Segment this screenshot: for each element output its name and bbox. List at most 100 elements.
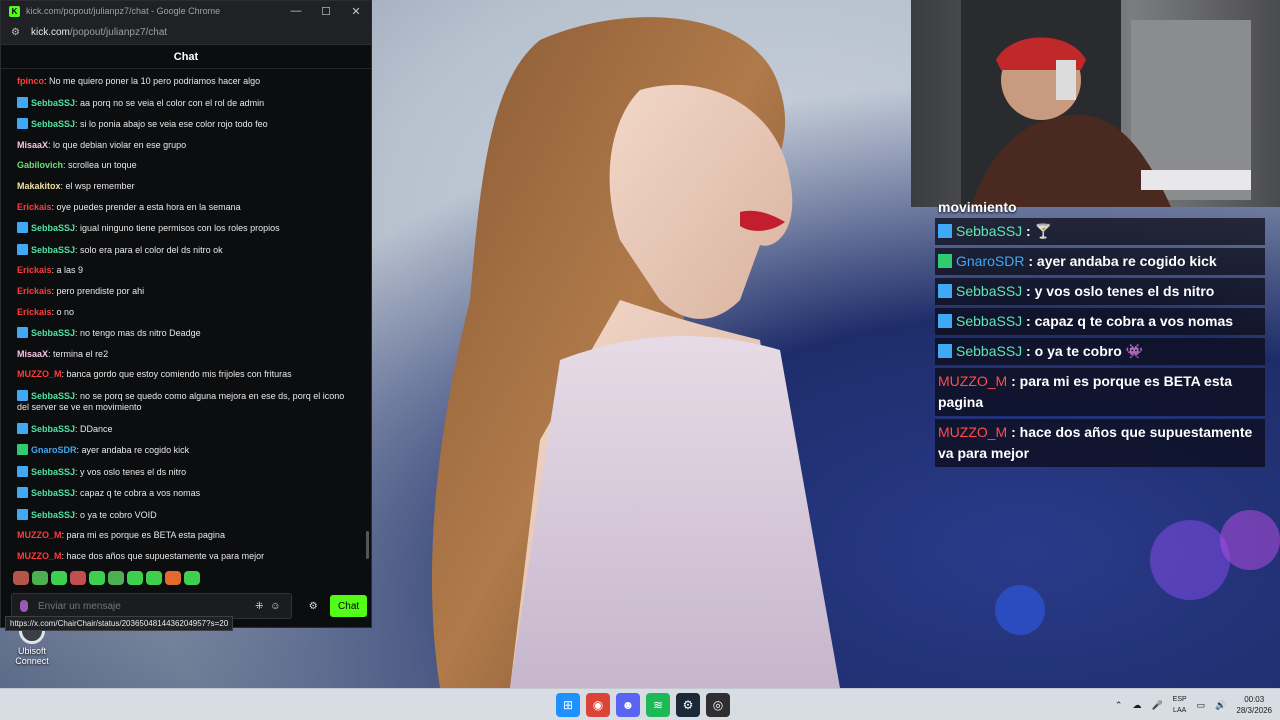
chat-username[interactable]: MisaaX xyxy=(17,140,48,150)
chat-username[interactable]: SebbaSSJ xyxy=(31,328,75,338)
chat-message: SebbaSSJ: capaz q te cobra a vos nomas xyxy=(17,487,357,499)
chat-message: MisaaX: lo que debian violar en ese grup… xyxy=(17,140,357,151)
chat-message-list[interactable]: fpinco: No me quiero poner la 10 pero po… xyxy=(1,72,365,564)
emote-icon[interactable] xyxy=(51,571,67,585)
user-badge-icon xyxy=(938,254,952,268)
windows-start-icon[interactable]: ⊞ xyxy=(556,693,580,717)
url-text: kick.com/popout/julianpz7/chat xyxy=(31,27,167,38)
spotify-icon[interactable]: ≋ xyxy=(646,693,670,717)
close-button[interactable]: ✕ xyxy=(341,1,371,21)
emote-icon[interactable] xyxy=(70,571,86,585)
chat-message: Makakitox: el wsp remember xyxy=(17,181,357,192)
chat-username[interactable]: Erickais xyxy=(17,307,52,317)
emote-icon[interactable] xyxy=(13,571,29,585)
user-badge-icon xyxy=(17,96,28,108)
chat-message: Erickais: oye puedes prender a esta hora… xyxy=(17,202,357,213)
emoji-icon[interactable]: ☺ xyxy=(267,601,283,612)
volume-icon[interactable]: 🔊 xyxy=(1215,700,1226,711)
chat-message: SebbaSSJ: solo era para el color del ds … xyxy=(17,243,357,256)
chat-message: GnaroSDR: ayer andaba re cogido kick xyxy=(17,444,357,456)
chat-username[interactable]: MisaaX xyxy=(17,349,48,359)
emote-icon[interactable] xyxy=(127,571,143,585)
keyboard-layout: LAA xyxy=(1173,707,1187,714)
chat-settings-icon[interactable]: ⚙ xyxy=(306,601,320,612)
chat-text: pero prendiste por ahi xyxy=(56,285,145,296)
chat-username[interactable]: SebbaSSJ xyxy=(31,245,75,255)
chat-username[interactable]: GnaroSDR xyxy=(31,445,77,455)
chat-username[interactable]: Erickais xyxy=(17,286,52,296)
discord-icon[interactable]: ☻ xyxy=(616,693,640,717)
overlay-username: SebbaSSJ xyxy=(956,313,1023,329)
chat-message-input[interactable] xyxy=(38,600,252,612)
chat-text: oye puedes prender a esta hora en la sem… xyxy=(56,201,241,212)
chat-username[interactable]: SebbaSSJ xyxy=(31,488,75,498)
chat-message: SebbaSSJ: igual ninguno tiene permisos c… xyxy=(17,222,357,234)
chevron-up-icon[interactable]: ⌃ xyxy=(1115,700,1123,711)
kick-favicon-icon: K xyxy=(9,5,20,17)
chat-scrollbar[interactable] xyxy=(366,531,369,559)
chat-username[interactable]: Erickais xyxy=(17,265,52,275)
chat-message: MisaaX: termina el re2 xyxy=(17,349,357,360)
webcam-feed xyxy=(961,0,1251,207)
url-path: /popout/julianpz7/chat xyxy=(69,27,168,38)
chrome-icon[interactable]: ◉ xyxy=(586,693,610,717)
chat-username[interactable]: SebbaSSJ xyxy=(31,391,75,401)
language-indicator[interactable]: ESP LAA xyxy=(1173,694,1187,716)
overlay-text: o ya te cobro 👾 xyxy=(1034,343,1144,359)
chat-message: Erickais: a las 9 xyxy=(17,265,357,276)
overlay-message: SebbaSSJ : o ya te cobro 👾 xyxy=(935,338,1265,365)
chat-username[interactable]: SebbaSSJ xyxy=(31,119,75,129)
emote-icon[interactable] xyxy=(146,571,162,585)
overlay-message: MUZZO_M : hace dos años que supuestament… xyxy=(935,419,1265,467)
chat-text: aa porq no se veia el color con el rol d… xyxy=(80,97,265,108)
user-badge-icon xyxy=(17,508,28,520)
overlay-message: GnaroSDR : ayer andaba re cogido kick xyxy=(935,248,1265,275)
chat-username[interactable]: SebbaSSJ xyxy=(31,98,75,108)
chat-username[interactable]: Erickais xyxy=(17,202,52,212)
emote-icon[interactable] xyxy=(165,571,181,585)
chat-text: o no xyxy=(56,306,75,317)
minimize-button[interactable]: — xyxy=(281,1,311,21)
taskbar: ⊞ ◉ ☻ ≋ ⚙ ◎ ⌃ ☁ 🎤 ESP LAA ▭ 🔊 00:03 28/3/2026 xyxy=(0,688,1280,720)
language-code: ESP xyxy=(1172,696,1187,703)
chat-username[interactable]: Makakitox xyxy=(17,181,61,191)
chat-username[interactable]: MUZZO_M xyxy=(17,369,62,379)
chat-username[interactable]: MUZZO_M xyxy=(17,551,62,561)
emote-icon[interactable] xyxy=(108,571,124,585)
overlay-separator: : xyxy=(1022,313,1035,329)
clock[interactable]: 00:03 28/3/2026 xyxy=(1236,694,1272,716)
steam-icon[interactable]: ⚙ xyxy=(676,693,700,717)
address-bar[interactable]: ⚙ kick.com/popout/julianpz7/chat xyxy=(1,21,371,45)
overlay-username: SebbaSSJ xyxy=(956,223,1023,239)
emote-icon[interactable] xyxy=(184,571,200,585)
network-icon[interactable]: ▭ xyxy=(1197,700,1206,711)
overlay-separator: : xyxy=(1022,343,1035,359)
chat-message: SebbaSSJ: y vos oslo tenes el ds nitro xyxy=(17,465,357,478)
emote-icon[interactable] xyxy=(32,571,48,585)
chat-username[interactable]: Gabilovich xyxy=(17,160,63,170)
translate-icon[interactable]: ⁜ xyxy=(251,601,267,612)
chat-username[interactable]: SebbaSSJ xyxy=(31,223,75,233)
chat-username[interactable]: SebbaSSJ xyxy=(31,467,75,477)
mic-icon[interactable] xyxy=(20,600,28,612)
user-badge-icon xyxy=(938,314,952,328)
overlay-username: MUZZO_M xyxy=(938,424,1008,440)
window-titlebar[interactable]: K kick.com/popout/julianpz7/chat - Googl… xyxy=(1,1,371,21)
emote-icon[interactable] xyxy=(89,571,105,585)
site-settings-icon[interactable]: ⚙ xyxy=(11,27,23,39)
user-badge-icon xyxy=(938,284,952,298)
chat-message: Gabilovich: scrollea un toque xyxy=(17,160,357,171)
chat-username[interactable]: fpinco xyxy=(17,76,44,86)
overlay-text: y vos oslo tenes el ds nitro xyxy=(1034,283,1215,299)
chat-text: solo era para el color del ds nitro ok xyxy=(80,244,223,255)
chat-text: ayer andaba re cogido kick xyxy=(81,445,190,456)
send-chat-button[interactable]: Chat xyxy=(330,595,367,617)
chat-username[interactable]: SebbaSSJ xyxy=(31,424,75,434)
cloud-icon[interactable]: ☁ xyxy=(1132,700,1141,711)
microphone-icon[interactable]: 🎤 xyxy=(1151,700,1162,711)
chat-username[interactable]: SebbaSSJ xyxy=(31,510,75,520)
obs-icon[interactable]: ◎ xyxy=(706,693,730,717)
chat-username[interactable]: MUZZO_M xyxy=(17,530,62,540)
maximize-button[interactable]: ☐ xyxy=(311,1,341,21)
chat-message: SebbaSSJ: aa porq no se veia el color co… xyxy=(17,96,357,109)
